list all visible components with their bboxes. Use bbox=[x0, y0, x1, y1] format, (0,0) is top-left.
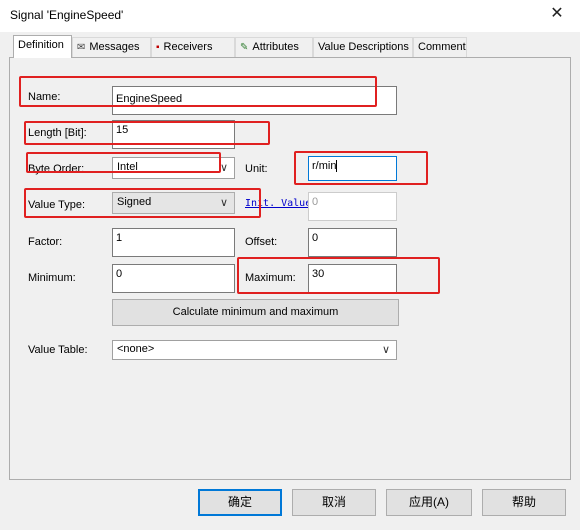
tab-value-descriptions[interactable]: Value Descriptions bbox=[313, 37, 413, 57]
factor-label: Factor: bbox=[28, 236, 63, 248]
tab-label: Definition bbox=[18, 39, 64, 51]
definition-panel bbox=[9, 57, 571, 480]
window-title: Signal 'EngineSpeed' bbox=[10, 8, 124, 22]
tab-messages[interactable]: ✉ Messages bbox=[72, 37, 151, 57]
value-type-value: Signed bbox=[117, 196, 152, 208]
tab-definition[interactable]: Definition bbox=[13, 35, 72, 58]
text-cursor bbox=[336, 160, 338, 173]
chevron-down-icon: ∨ bbox=[219, 162, 228, 174]
value-table-label: Value Table: bbox=[28, 344, 88, 356]
value-table-value: <none> bbox=[117, 343, 155, 355]
offset-label: Offset: bbox=[245, 236, 278, 248]
offset-input[interactable]: 0 bbox=[308, 228, 397, 257]
name-label: Name: bbox=[28, 91, 61, 103]
tab-label: Comment bbox=[418, 41, 466, 53]
unit-label: Unit: bbox=[245, 163, 268, 175]
init-value-link[interactable]: Init. Value bbox=[245, 198, 309, 209]
tab-label: Attributes bbox=[252, 41, 299, 53]
close-icon[interactable]: ✕ bbox=[546, 3, 568, 25]
chevron-down-icon: ∨ bbox=[219, 197, 228, 209]
value-type-select[interactable]: Signed ∨ bbox=[112, 192, 235, 214]
tab-comment[interactable]: Comment bbox=[413, 37, 467, 57]
byte-order-select[interactable]: Intel ∨ bbox=[112, 157, 235, 179]
tab-label: Receivers bbox=[163, 41, 213, 53]
attributes-icon: ✎ bbox=[240, 42, 249, 53]
chevron-down-icon: ∨ bbox=[381, 344, 390, 356]
tab-label: Value Descriptions bbox=[318, 41, 409, 53]
cancel-button[interactable]: 取消 bbox=[292, 489, 376, 516]
tab-receivers[interactable]: ▪ Receivers bbox=[151, 37, 235, 57]
tab-attributes[interactable]: ✎ Attributes bbox=[235, 37, 313, 57]
ok-button[interactable]: 确定 bbox=[198, 489, 282, 516]
envelope-icon: ✉ bbox=[77, 42, 86, 53]
receiver-icon: ▪ bbox=[156, 42, 160, 53]
length-input[interactable]: 15 bbox=[112, 120, 235, 149]
tab-label: Messages bbox=[89, 41, 140, 53]
maximum-label: Maximum: bbox=[245, 272, 296, 284]
value-table-select[interactable]: <none> ∨ bbox=[112, 340, 397, 360]
length-label: Length [Bit]: bbox=[28, 127, 87, 139]
maximum-input[interactable]: 30 bbox=[308, 264, 397, 293]
factor-input[interactable]: 1 bbox=[112, 228, 235, 257]
name-input[interactable]: EngineSpeed bbox=[112, 86, 397, 115]
help-button[interactable]: 帮助 bbox=[482, 489, 566, 516]
calculate-min-max-button[interactable]: Calculate minimum and maximum bbox=[112, 299, 399, 326]
unit-input[interactable]: r/min bbox=[308, 156, 397, 181]
minimum-label: Minimum: bbox=[28, 272, 76, 284]
unit-value: r/min bbox=[312, 160, 337, 172]
apply-button[interactable]: 应用(A) bbox=[386, 489, 472, 516]
byte-order-value: Intel bbox=[117, 161, 138, 173]
byte-order-label: Byte Order: bbox=[28, 163, 85, 175]
value-type-label: Value Type: bbox=[28, 199, 86, 211]
init-value-input[interactable]: 0 bbox=[308, 192, 397, 221]
minimum-input[interactable]: 0 bbox=[112, 264, 235, 293]
